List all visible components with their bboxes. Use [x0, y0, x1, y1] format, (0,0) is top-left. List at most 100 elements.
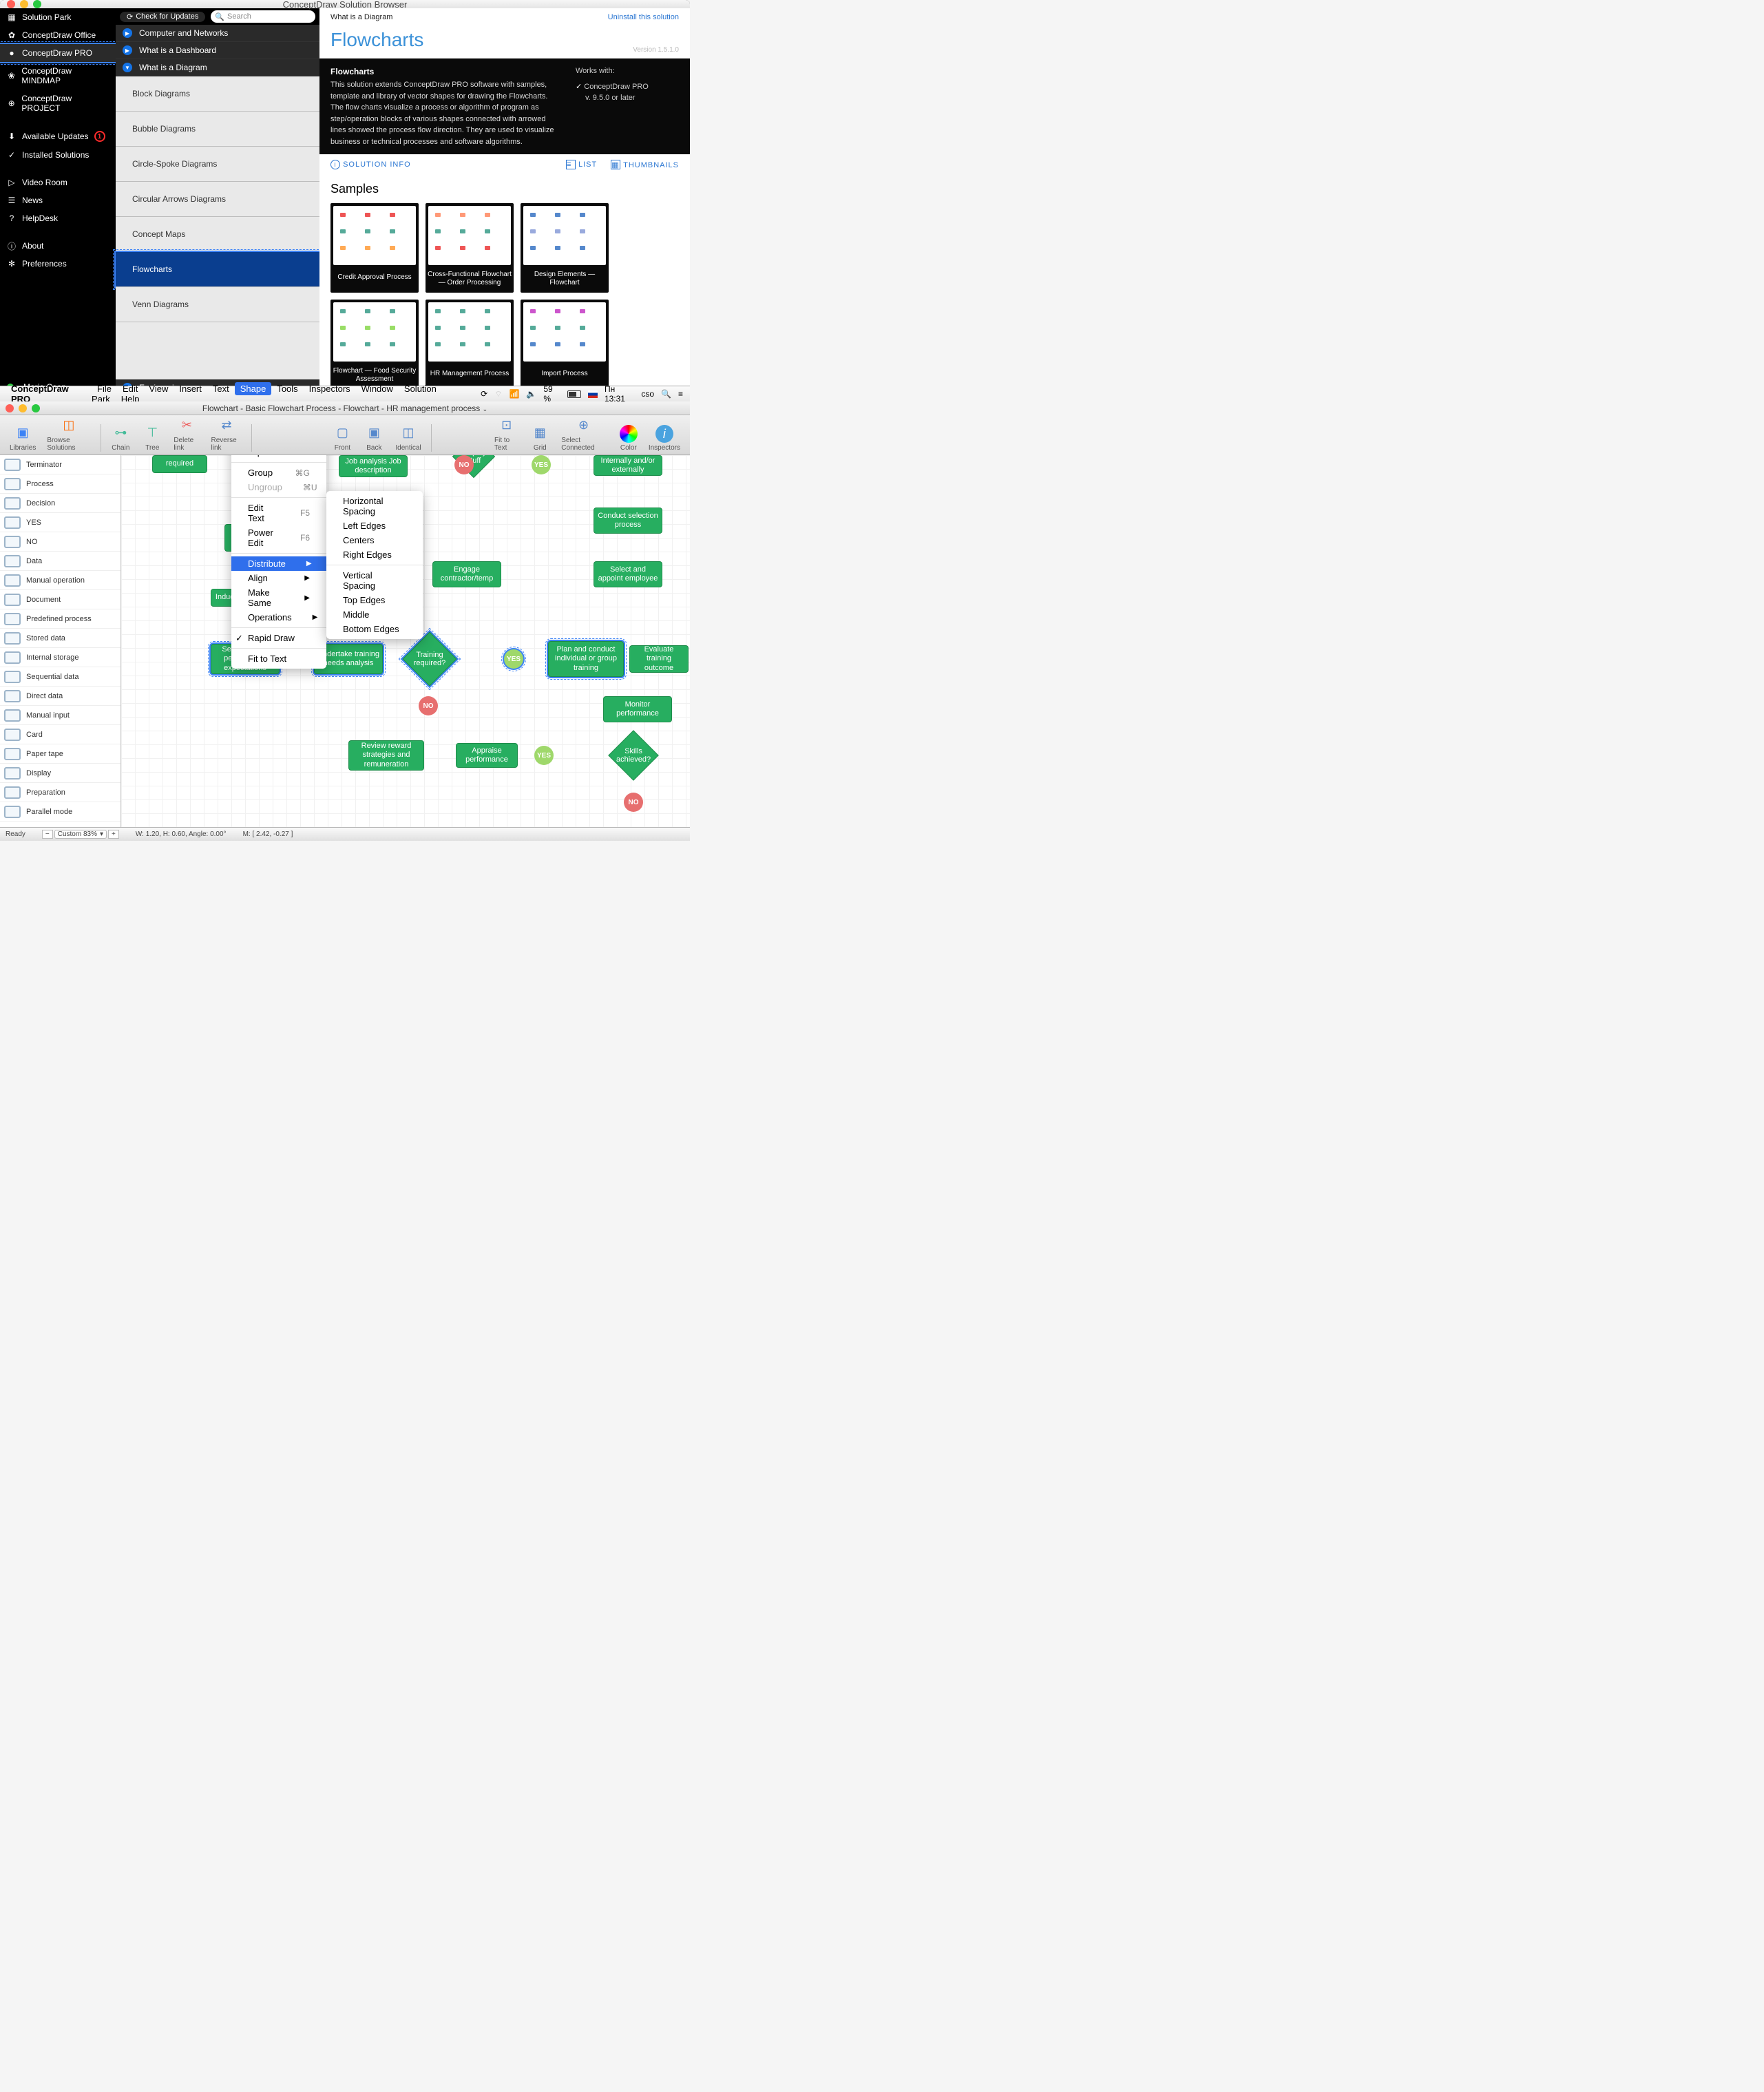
fc-monitor[interactable]: Monitor performance — [603, 696, 672, 722]
cat-circle-spoke[interactable]: Circle-Spoke Diagrams — [116, 147, 319, 182]
fc-no-1[interactable]: NO — [454, 455, 474, 474]
nav-installed[interactable]: ✓Installed Solutions — [0, 146, 116, 164]
shape-manual-input[interactable]: Manual input — [0, 706, 120, 725]
tb-select-connected[interactable]: ⊕Select Connected — [557, 415, 610, 452]
list-tab[interactable]: ≡ LIST — [566, 160, 597, 169]
shape-process[interactable]: Process — [0, 474, 120, 494]
fc-review[interactable]: Review reward strategies and remuneratio… — [348, 740, 424, 771]
fc-train-req[interactable]: Training required? — [402, 631, 456, 686]
minimize-icon[interactable] — [20, 0, 28, 8]
menubar[interactable]: ConceptDraw PRO FileEditViewInsertTextSh… — [0, 386, 690, 401]
mi-make-same[interactable]: Make Same▶ — [231, 585, 326, 610]
tb-libraries[interactable]: ▣Libraries — [6, 422, 40, 452]
tb-chain[interactable]: ⊶Chain — [106, 422, 135, 452]
sample-card[interactable]: Credit Approval Process — [330, 203, 419, 293]
menu-inspectors[interactable]: Inspectors — [304, 382, 356, 395]
bluetooth-icon[interactable]: ⌔ — [494, 389, 502, 399]
fc-eval[interactable]: Evaluate training outcome — [629, 645, 689, 673]
cat-circular-arrows[interactable]: Circular Arrows Diagrams — [116, 182, 319, 217]
clock[interactable]: Пн 13:31 — [605, 384, 634, 404]
shape-decision[interactable]: Decision — [0, 494, 120, 513]
fc-plan[interactable]: Plan and conduct individual or group tra… — [548, 641, 624, 677]
mi-middle[interactable]: Middle — [326, 607, 423, 622]
minimize-icon[interactable] — [19, 404, 27, 412]
uninstall-link[interactable]: Uninstall this solution — [608, 13, 679, 21]
info-tab[interactable]: i SOLUTION INFO — [330, 160, 411, 169]
mi-rotate-flip[interactable]: Rotate & Flip▶ — [231, 455, 326, 459]
fc-select-appoint[interactable]: Select and appoint employee — [594, 561, 662, 587]
menu-window[interactable]: Window — [356, 382, 399, 395]
tb-grid[interactable]: ▦Grid — [525, 422, 554, 452]
menu-shape[interactable]: Shape — [235, 382, 272, 395]
spotlight-icon[interactable]: 🔍 — [661, 389, 671, 399]
zoom-icon[interactable] — [33, 0, 41, 8]
volume-icon[interactable]: 🔈 — [526, 389, 536, 399]
shape-stored-data[interactable]: Stored data — [0, 629, 120, 648]
sample-card[interactable]: Cross-Functional Flowchart — Order Proce… — [426, 203, 514, 293]
mi-group[interactable]: Group⌘G — [231, 466, 326, 480]
close-icon[interactable] — [6, 404, 14, 412]
shape-internal-storage[interactable]: Internal storage — [0, 648, 120, 667]
fc-no-2[interactable]: NO — [419, 696, 438, 715]
sample-card[interactable]: Flowchart — Food Security Assessment — [330, 300, 419, 386]
mi-operations[interactable]: Operations▶ — [231, 610, 326, 625]
fc-required[interactable]: required — [152, 455, 207, 473]
flag-icon[interactable] — [588, 390, 598, 398]
mi-power-edit[interactable]: Power EditF6 — [231, 525, 326, 550]
sample-card[interactable]: HR Management Process — [426, 300, 514, 386]
mi-fit-to-text[interactable]: Fit to Text — [231, 651, 326, 666]
nav-news[interactable]: ☰News — [0, 191, 116, 209]
shape-terminator[interactable]: Terminator — [0, 455, 120, 474]
shape-preparation[interactable]: Preparation — [0, 783, 120, 802]
sample-card[interactable]: Design Elements — Flowchart — [521, 203, 609, 293]
mi-align[interactable]: Align▶ — [231, 571, 326, 585]
doc-titlebar[interactable]: Flowchart - Basic Flowchart Process - Fl… — [0, 401, 690, 415]
battery-label[interactable]: 59 % — [543, 384, 560, 404]
nav-helpdesk[interactable]: ?HelpDesk — [0, 209, 116, 227]
zoom-label[interactable]: Custom 83% ▾ — [54, 830, 107, 839]
cat-concept-maps[interactable]: Concept Maps — [116, 217, 319, 252]
fc-jobdesc[interactable]: Job analysis Job description — [339, 455, 408, 477]
shape-yes[interactable]: YES — [0, 513, 120, 532]
fc-internally[interactable]: Internally and/or externally — [594, 455, 662, 476]
tb-back[interactable]: ▣Back — [359, 422, 388, 452]
shape-manual-operation[interactable]: Manual operation — [0, 571, 120, 590]
sync-icon[interactable]: ⟳ — [481, 389, 487, 399]
tb-delete-link[interactable]: ✂Delete link — [169, 415, 204, 452]
cat-diagram[interactable]: ▼What is a Diagram — [116, 59, 319, 76]
tb-inspectors[interactable]: iInspectors — [644, 425, 684, 452]
menu-text[interactable]: Text — [207, 382, 235, 395]
menu-insert[interactable]: Insert — [174, 382, 207, 395]
shape-paper-tape[interactable]: Paper tape — [0, 744, 120, 764]
check-updates-button[interactable]: ⟳Check for Updates — [120, 12, 205, 22]
fc-skills[interactable]: Skills achieved? — [608, 730, 659, 781]
zoom-icon[interactable] — [32, 404, 40, 412]
fc-engage[interactable]: Engage contractor/temp — [432, 561, 501, 587]
menu-tools[interactable]: Tools — [271, 382, 303, 395]
nav-pro[interactable]: ●ConceptDraw PRO — [0, 44, 116, 62]
mi-bottom-edges[interactable]: Bottom Edges — [326, 622, 423, 636]
shape-parallel-mode[interactable]: Parallel mode — [0, 802, 120, 822]
cat-dashboard[interactable]: ▶What is a Dashboard — [116, 42, 319, 59]
nav-solution-park[interactable]: ▦Solution Park — [0, 8, 116, 26]
mi-rapid-draw[interactable]: ✓Rapid Draw — [231, 631, 326, 645]
shape-display[interactable]: Display — [0, 764, 120, 783]
mi-vertical-spacing[interactable]: Vertical Spacing — [326, 568, 423, 593]
nav-prefs[interactable]: ✻Preferences — [0, 255, 116, 273]
user-label[interactable]: cso — [641, 389, 654, 399]
mi-edit-text[interactable]: Edit TextF5 — [231, 501, 326, 525]
cat-venn[interactable]: Venn Diagrams — [116, 287, 319, 322]
tb-tree[interactable]: ⊤Tree — [138, 422, 167, 452]
fc-appraise[interactable]: Appraise performance — [456, 743, 518, 768]
fc-no-3[interactable]: NO — [624, 793, 643, 812]
mi-horizontal-spacing[interactable]: Horizontal Spacing — [326, 494, 423, 519]
nav-project[interactable]: ⊕ConceptDraw PROJECT — [0, 90, 116, 117]
sample-card[interactable]: Import Process — [521, 300, 609, 386]
close-icon[interactable] — [7, 0, 15, 8]
mi-left-edges[interactable]: Left Edges — [326, 519, 423, 533]
window-titlebar[interactable]: ConceptDraw Solution Browser — [0, 0, 690, 8]
tb-color[interactable]: Color — [616, 425, 642, 452]
cat-flowcharts[interactable]: Flowcharts — [116, 252, 319, 287]
zoom-out-button[interactable]: − — [42, 830, 53, 839]
fc-yes-1[interactable]: YES — [532, 455, 551, 474]
